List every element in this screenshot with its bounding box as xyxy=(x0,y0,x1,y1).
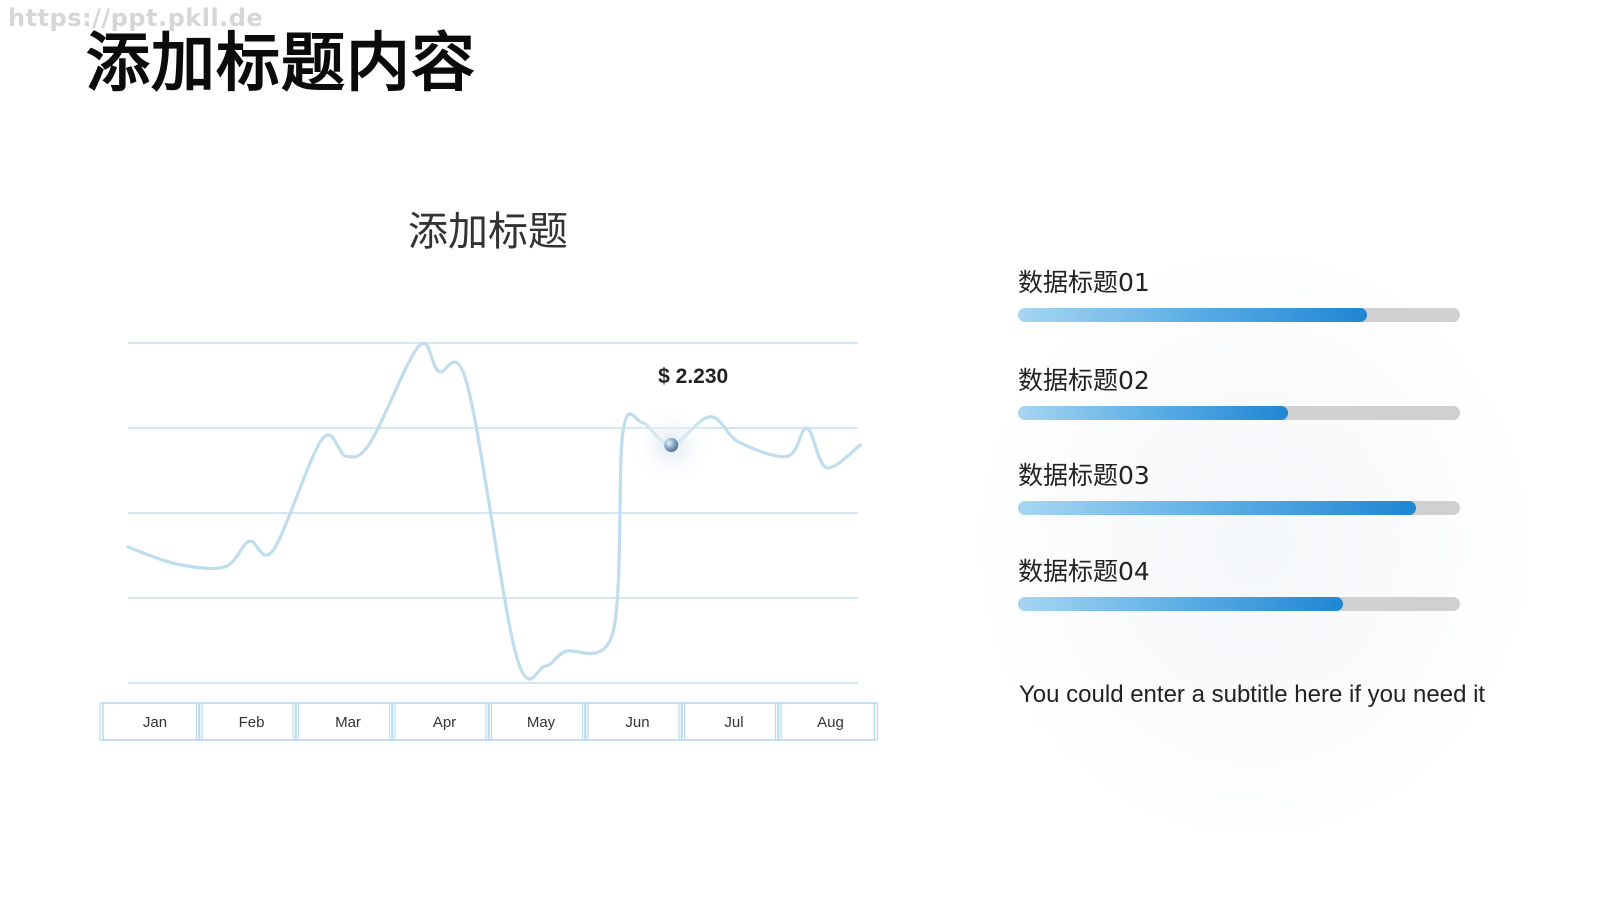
bar-item-4: 数据标题04 xyxy=(1018,555,1460,611)
x-tick-label: Apr xyxy=(433,714,456,731)
bar-item-2: 数据标题02 xyxy=(1018,364,1460,420)
subtitle-text: You could enter a subtitle here if you n… xyxy=(1019,681,1486,708)
x-tick-label: Feb xyxy=(239,714,265,731)
bar-label: 数据标题02 xyxy=(1018,366,1150,395)
progress-fill xyxy=(1018,406,1288,420)
data-point-marker xyxy=(664,438,679,452)
progress-track xyxy=(1018,597,1460,611)
series-line xyxy=(126,341,862,681)
x-tick-label: Jun xyxy=(625,714,649,731)
panel-glow xyxy=(975,245,1535,845)
x-tick-label: Jan xyxy=(143,714,167,731)
x-tick-label: Jul xyxy=(724,714,743,731)
bar-item-1: 数据标题01 xyxy=(1018,266,1460,322)
progress-track xyxy=(1018,406,1460,420)
x-tick-label: Aug xyxy=(817,714,844,731)
bar-label: 数据标题03 xyxy=(1018,461,1150,490)
progress-fill xyxy=(1018,501,1416,515)
progress-track xyxy=(1018,501,1460,515)
data-label: $ 2.230 xyxy=(658,365,728,388)
bar-label: 数据标题01 xyxy=(1018,268,1150,297)
progress-fill xyxy=(1018,597,1343,611)
bar-item-3: 数据标题03 xyxy=(1018,459,1460,515)
progress-fill xyxy=(1018,308,1368,322)
x-tick-label: May xyxy=(527,714,556,731)
line-chart: Jan Feb Mar Apr May Jun Jul Aug $ 2.230 xyxy=(99,341,879,741)
bar-label: 数据标题04 xyxy=(1018,557,1150,586)
x-tick-label: Mar xyxy=(335,714,361,731)
progress-track xyxy=(1018,308,1460,322)
